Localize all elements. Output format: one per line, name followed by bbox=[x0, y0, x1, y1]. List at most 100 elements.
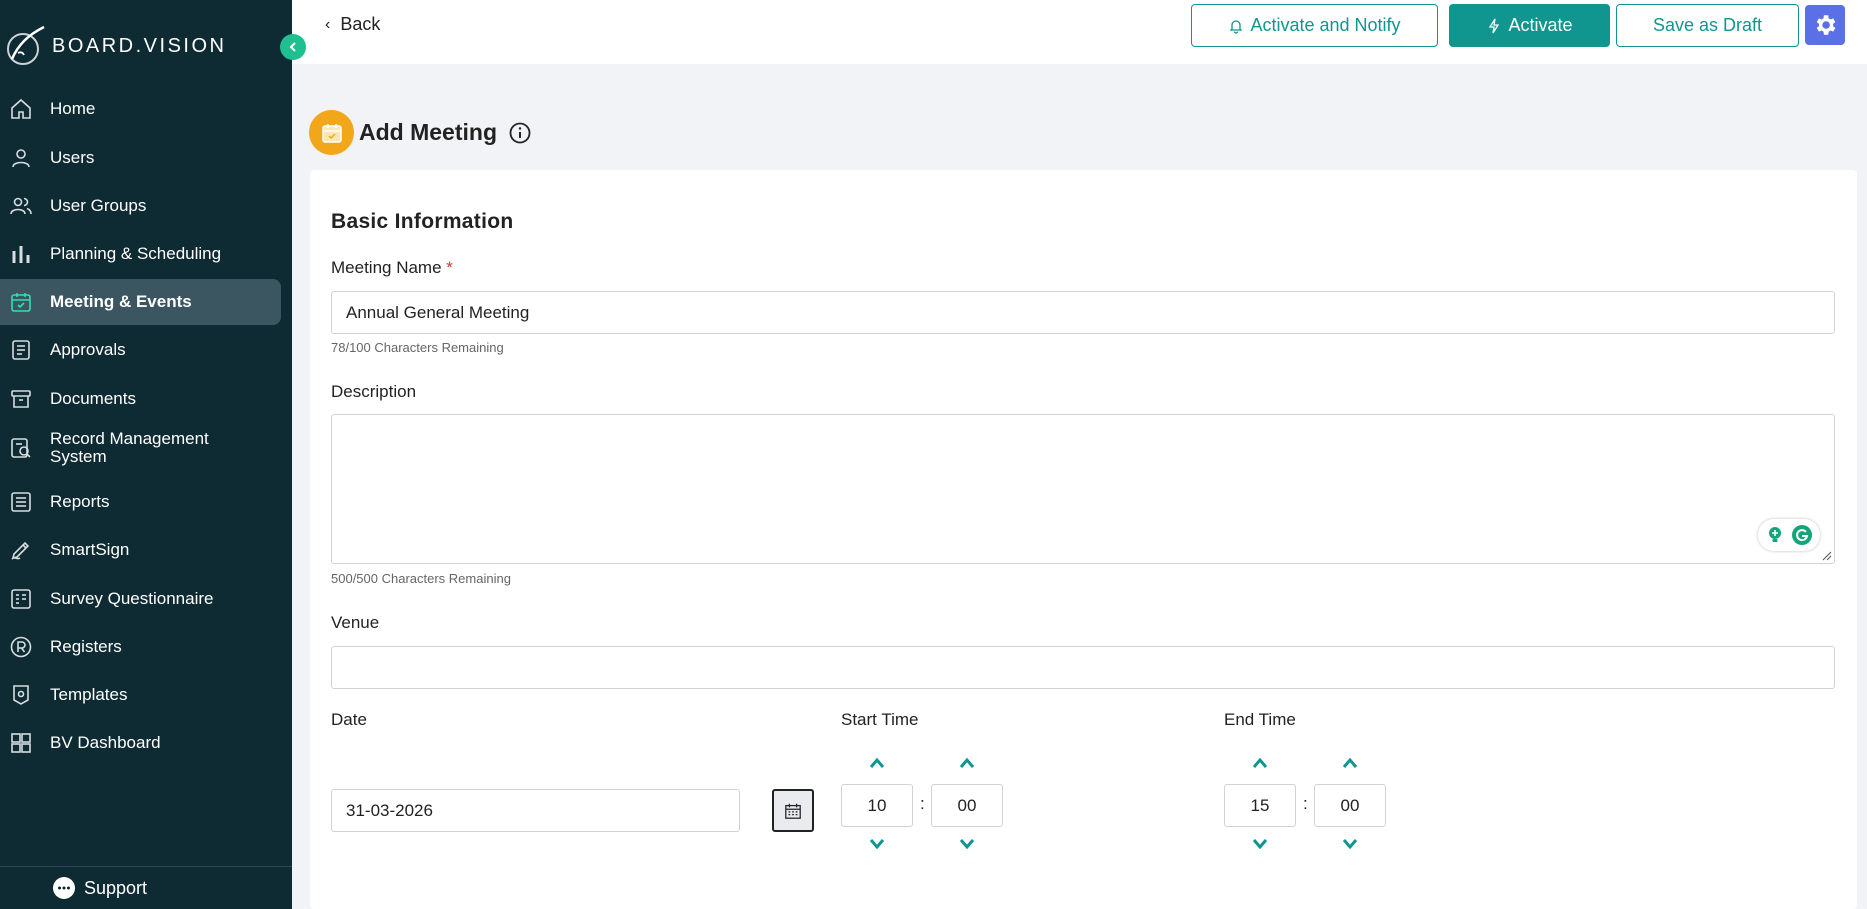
activate-label: Activate bbox=[1508, 15, 1573, 35]
settings-button[interactable] bbox=[1805, 5, 1845, 45]
end-hour-input[interactable]: 15 bbox=[1224, 784, 1296, 827]
meeting-name-label: Meeting Name * bbox=[331, 258, 453, 278]
start-hour-decrement-button[interactable] bbox=[865, 834, 889, 854]
dashboard-icon bbox=[8, 730, 34, 756]
survey-icon bbox=[8, 586, 34, 612]
sidebar-item-label: Users bbox=[50, 148, 95, 167]
sidebar-item-label: BV Dashboard bbox=[50, 733, 161, 752]
lightbulb-icon bbox=[1768, 527, 1781, 542]
end-minute-input[interactable]: 00 bbox=[1314, 784, 1386, 827]
sidebar-item-users[interactable]: Users bbox=[0, 135, 281, 181]
support-button[interactable]: Support bbox=[0, 866, 292, 909]
form-card: Basic Information Meeting Name * Annual … bbox=[310, 170, 1857, 909]
record-search-icon bbox=[8, 435, 34, 461]
sidebar-item-planning-scheduling[interactable]: Planning & Scheduling bbox=[0, 231, 281, 277]
info-icon[interactable] bbox=[509, 122, 531, 144]
sidebar-item-templates[interactable]: Templates bbox=[0, 672, 281, 718]
brand-logo[interactable]: BOARD.VISION bbox=[4, 24, 226, 68]
sidebar-item-label: SmartSign bbox=[50, 540, 130, 559]
sidebar-collapse-button[interactable] bbox=[280, 34, 306, 60]
start-minute-decrement-button[interactable] bbox=[955, 834, 979, 854]
description-label: Description bbox=[331, 382, 417, 401]
sidebar-item-reports[interactable]: Reports bbox=[0, 479, 281, 525]
description-textarea[interactable] bbox=[331, 414, 1835, 564]
page-heading: Add Meeting bbox=[309, 110, 531, 155]
page-title: Add Meeting bbox=[359, 119, 497, 145]
chevron-down-icon bbox=[1252, 839, 1268, 850]
meeting-name-input[interactable]: Annual General Meeting bbox=[331, 291, 1835, 334]
meeting-name-hint: 78/100 Characters Remaining bbox=[331, 340, 504, 355]
chevron-down-icon bbox=[1342, 839, 1358, 850]
chevron-up-icon bbox=[1342, 757, 1358, 768]
sidebar-item-label: Registers bbox=[50, 637, 122, 656]
list-icon bbox=[8, 489, 34, 515]
sidebar-item-user-groups[interactable]: User Groups bbox=[0, 183, 281, 229]
sidebar-item-label: User Groups bbox=[50, 196, 147, 215]
back-button[interactable]: ‹ Back bbox=[325, 14, 380, 35]
end-hour-decrement-button[interactable] bbox=[1248, 834, 1272, 854]
pen-icon bbox=[8, 537, 34, 563]
venue-label: Venue bbox=[331, 613, 380, 632]
start-time-label: Start Time bbox=[841, 710, 919, 729]
date-picker-button[interactable] bbox=[772, 789, 814, 832]
save-as-draft-label: Save as Draft bbox=[1652, 15, 1763, 35]
chevron-left-icon bbox=[289, 42, 296, 52]
sidebar-item-bv-dashboard[interactable]: BV Dashboard bbox=[0, 720, 281, 766]
sidebar-item-record-management[interactable]: Record Management System bbox=[0, 417, 281, 479]
brand-name: BOARD.VISION bbox=[52, 34, 227, 57]
venue-input[interactable] bbox=[331, 646, 1835, 689]
sidebar-item-documents[interactable]: Documents bbox=[0, 376, 281, 422]
resize-handle-icon[interactable] bbox=[1822, 551, 1832, 561]
time-separator: : bbox=[1303, 794, 1308, 813]
registered-icon bbox=[8, 634, 34, 660]
required-mark: * bbox=[446, 258, 453, 277]
time-separator: : bbox=[920, 794, 925, 813]
sidebar-item-label: Reports bbox=[50, 492, 110, 511]
sidebar-item-home[interactable]: Home bbox=[0, 86, 281, 132]
sidebar-item-registers[interactable]: Registers bbox=[0, 624, 281, 670]
chat-dots-icon bbox=[53, 877, 75, 899]
sidebar-item-label: Templates bbox=[50, 685, 128, 704]
bar-chart-icon bbox=[8, 241, 34, 267]
activate-button[interactable]: Activate bbox=[1449, 4, 1610, 47]
end-hour-increment-button[interactable] bbox=[1248, 753, 1272, 773]
board-vision-logo-icon bbox=[7, 25, 45, 65]
calendar-icon bbox=[785, 803, 801, 819]
sidebar-item-label: Documents bbox=[50, 389, 136, 408]
chevron-up-icon bbox=[1252, 757, 1268, 768]
template-icon bbox=[8, 682, 34, 708]
description-hint: 500/500 Characters Remaining bbox=[331, 571, 511, 586]
chevron-up-icon bbox=[959, 757, 975, 768]
grammarly-widget[interactable] bbox=[1758, 519, 1820, 551]
start-minute-input[interactable]: 00 bbox=[931, 784, 1003, 827]
sidebar-item-approvals[interactable]: Approvals bbox=[0, 327, 281, 373]
activate-and-notify-button[interactable]: Activate and Notify bbox=[1191, 4, 1438, 47]
date-input[interactable]: 31-03-2026 bbox=[331, 789, 740, 832]
sidebar-item-meeting-events[interactable]: Meeting & Events bbox=[0, 279, 281, 325]
chevron-down-icon bbox=[959, 839, 975, 850]
end-minute-increment-button[interactable] bbox=[1338, 753, 1362, 773]
sidebar-item-label: Meeting & Events bbox=[50, 292, 192, 311]
start-hour-increment-button[interactable] bbox=[865, 753, 889, 773]
user-icon bbox=[8, 145, 34, 171]
sidebar-item-smartsign[interactable]: SmartSign bbox=[0, 527, 281, 573]
start-minute-increment-button[interactable] bbox=[955, 753, 979, 773]
end-time-label: End Time bbox=[1224, 710, 1296, 729]
section-title: Basic Information bbox=[331, 210, 514, 233]
sidebar-item-survey-questionnaire[interactable]: Survey Questionnaire bbox=[0, 576, 281, 622]
sidebar-item-label: Planning & Scheduling bbox=[50, 244, 222, 263]
calendar-check-icon bbox=[8, 289, 34, 315]
sidebar: BOARD.VISION Home Users User Groups Plan… bbox=[0, 0, 292, 909]
sidebar-item-label: Approvals bbox=[50, 340, 126, 359]
activate-and-notify-label: Activate and Notify bbox=[1250, 15, 1401, 35]
chevron-down-icon bbox=[869, 839, 885, 850]
end-minute-decrement-button[interactable] bbox=[1338, 834, 1362, 854]
gear-icon bbox=[1816, 15, 1836, 35]
lightning-icon bbox=[1489, 18, 1500, 33]
archive-icon bbox=[8, 386, 34, 412]
save-as-draft-button[interactable]: Save as Draft bbox=[1616, 4, 1799, 47]
start-hour-input[interactable]: 10 bbox=[841, 784, 913, 827]
home-icon bbox=[8, 96, 34, 122]
date-label: Date bbox=[331, 710, 367, 729]
meeting-calendar-icon bbox=[309, 110, 354, 155]
